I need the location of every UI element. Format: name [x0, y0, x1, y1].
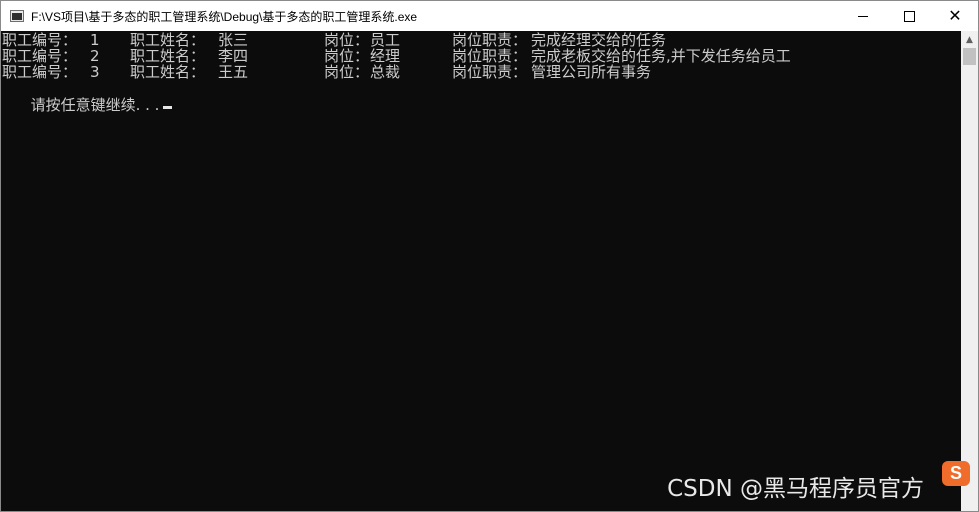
employee-name-label: 职工姓名： [130, 63, 206, 81]
title-bar[interactable]: F:\VS项目\基于多态的职工管理系统\Debug\基于多态的职工管理系统.ex… [1, 1, 978, 31]
console-window: F:\VS项目\基于多态的职工管理系统\Debug\基于多态的职工管理系统.ex… [0, 0, 979, 512]
maximize-button[interactable] [886, 1, 932, 31]
employee-name-label: 职工姓名： [130, 47, 206, 65]
employee-id: 1 [90, 31, 100, 49]
maximize-icon [903, 10, 915, 22]
employee-name-label: 职工姓名： [130, 31, 206, 49]
employee-name: 李四 [218, 47, 249, 65]
window-title: F:\VS项目\基于多态的职工管理系统\Debug\基于多态的职工管理系统.ex… [31, 9, 418, 24]
scroll-thumb[interactable] [963, 48, 976, 65]
employee-duty-label: 岗位职责： [452, 47, 528, 65]
console-prompt-line: 请按任意键继续. . . [2, 81, 942, 113]
employee-post-label: 岗位： [324, 47, 370, 65]
employee-duty: 完成经理交给的任务 [531, 31, 667, 49]
employee-duty-label: 岗位职责： [452, 31, 528, 49]
csdn-watermark: CSDN @黑马程序员官方 [667, 476, 924, 502]
employee-post: 总裁 [370, 63, 401, 81]
employee-post: 员工 [370, 31, 401, 49]
employee-post: 经理 [370, 47, 401, 65]
employee-id: 2 [90, 47, 100, 65]
sogou-ime-icon[interactable]: S [942, 461, 970, 486]
employee-name: 张三 [218, 31, 249, 49]
employee-name: 王五 [218, 63, 249, 81]
minimize-icon [858, 15, 868, 17]
employee-id-label: 职工编号： [2, 47, 78, 65]
console-output[interactable]: 职工编号： 1 职工姓名： 张三 岗位： 员工 岗位职责： 完成经理交给的任务 … [1, 31, 961, 511]
console-app-icon[interactable] [10, 10, 24, 22]
employee-post-label: 岗位： [324, 63, 370, 81]
text-cursor [163, 106, 173, 109]
employee-id-label: 职工编号： [2, 31, 78, 49]
continue-prompt: 请按任意键继续. . . [30, 96, 160, 114]
scroll-up-arrow-icon[interactable]: ▲ [961, 31, 978, 48]
close-button[interactable]: ✕ [932, 1, 978, 31]
close-icon: ✕ [948, 6, 962, 25]
minimize-button[interactable] [840, 1, 886, 31]
vertical-scrollbar[interactable]: ▲ [961, 31, 978, 511]
employee-id-label: 职工编号： [2, 63, 78, 81]
employee-duty-label: 岗位职责： [452, 63, 528, 81]
employee-duty: 管理公司所有事务 [531, 63, 652, 81]
employee-duty: 完成老板交给的任务,并下发任务给员工 [531, 47, 791, 65]
employee-post-label: 岗位： [324, 31, 370, 49]
employee-id: 3 [90, 63, 100, 81]
window-controls: ✕ [840, 1, 978, 31]
